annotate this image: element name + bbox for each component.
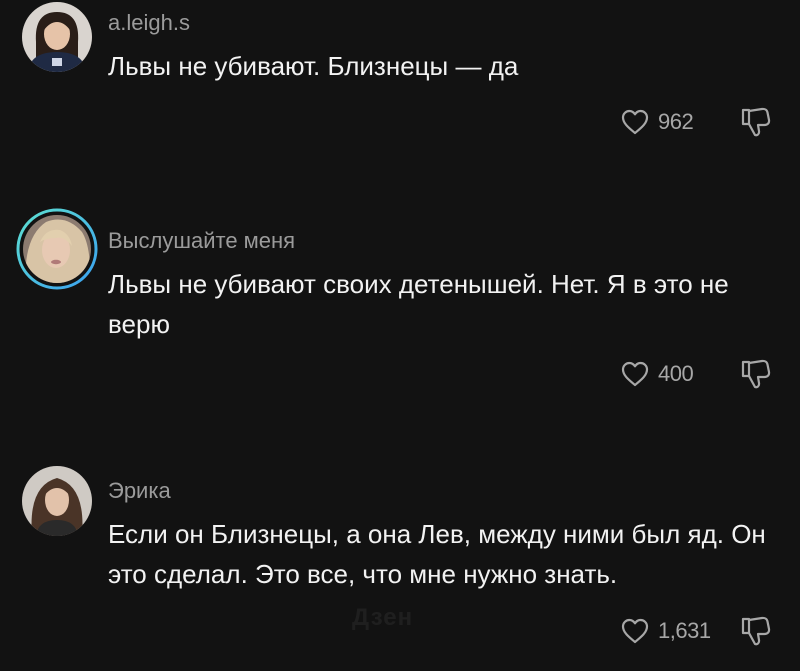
like-button[interactable]: 400 [620, 357, 694, 391]
heart-icon [621, 618, 649, 644]
like-count: 400 [658, 361, 694, 386]
comment-username[interactable]: Выслушайте меня [108, 228, 295, 254]
comment-username[interactable]: Эрика [108, 478, 171, 504]
like-button[interactable]: 1,631 [620, 614, 711, 648]
avatar[interactable] [16, 208, 98, 290]
dislike-button[interactable] [738, 613, 774, 649]
like-button[interactable]: 962 [620, 105, 694, 139]
watermark: Дзен [352, 604, 414, 631]
comment-username[interactable]: a.leigh.s [108, 10, 190, 36]
heart-icon [621, 109, 649, 135]
avatar[interactable] [22, 2, 92, 72]
comment-text: Львы не убивают своих детенышей. Нет. Я … [108, 269, 729, 339]
avatar[interactable] [22, 466, 92, 536]
comment-text: Львы не убивают. Близнецы — да [108, 51, 519, 81]
dislike-button[interactable] [738, 356, 774, 392]
story-avatar-icon [16, 208, 98, 290]
comment-text: Если он Близнецы, а она Лев, между ними … [108, 519, 766, 589]
thumbs-down-icon [741, 616, 771, 646]
thumbs-down-icon [741, 359, 771, 389]
like-count: 962 [658, 109, 694, 134]
like-count: 1,631 [658, 618, 711, 643]
user-avatar-icon [22, 2, 92, 72]
thumbs-down-icon [741, 107, 771, 137]
user-avatar-icon [22, 466, 92, 536]
heart-icon [621, 361, 649, 387]
dislike-button[interactable] [738, 104, 774, 140]
